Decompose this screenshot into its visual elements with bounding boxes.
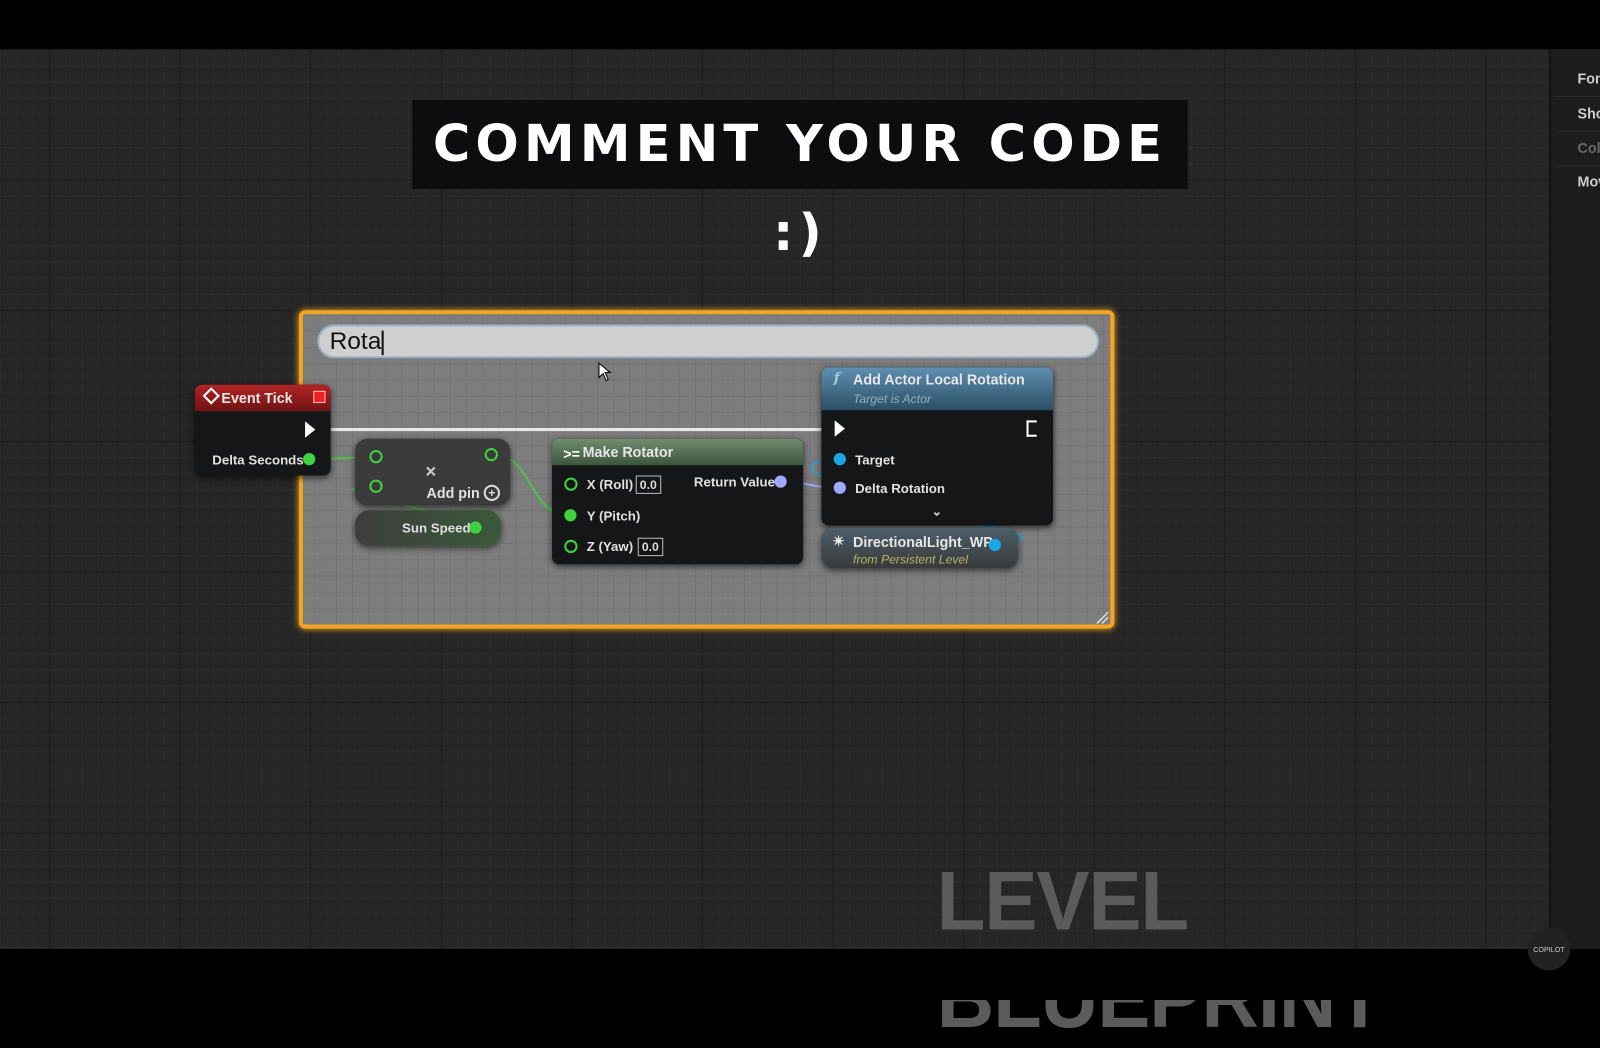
make-rotator-header: >= Make Rotator — [552, 438, 804, 466]
return-value-label: Return Value — [693, 474, 775, 490]
copilot-logo: COPILOT — [1527, 927, 1571, 971]
struct-make-icon: >= — [563, 445, 580, 463]
delegate-pin-icon[interactable] — [313, 390, 326, 404]
add-pin-button[interactable]: Add pin — [427, 485, 480, 501]
function-title: Add Actor Local Rotation — [853, 371, 1025, 388]
delta-seconds-label: Delta Seconds — [212, 452, 304, 468]
delta-rotation-pin[interactable] — [833, 481, 846, 494]
multiply-node[interactable]: × Add pin + — [355, 438, 511, 506]
exec-in-pin[interactable] — [834, 420, 845, 437]
x-roll-input[interactable]: 0.0 — [635, 475, 661, 494]
directional-light-title: DirectionalLight_WP — [853, 533, 993, 550]
function-subtitle: Target is Actor — [853, 391, 932, 407]
event-tick-header: Event Tick — [194, 384, 331, 412]
directional-light-pin[interactable] — [988, 538, 1002, 552]
multiply-input-b-pin[interactable] — [369, 479, 383, 493]
light-icon: ✴ — [832, 532, 845, 549]
multiply-output-pin[interactable] — [484, 447, 498, 462]
multiply-operator: × — [425, 461, 437, 482]
target-label: Target — [855, 452, 895, 468]
target-pin[interactable] — [833, 453, 846, 466]
make-rotator-node[interactable]: >= Make Rotator X (Roll) 0.0 Return Valu… — [552, 438, 804, 565]
event-tick-title: Event Tick — [221, 389, 293, 407]
bottom-letterbox — [0, 948, 1600, 1000]
add-actor-local-rotation-node[interactable]: f Add Actor Local Rotation Target is Act… — [821, 367, 1054, 526]
mouse-cursor-icon — [598, 362, 612, 382]
x-roll-label: X (Roll) — [586, 476, 634, 492]
y-pitch-label: Y (Pitch) — [586, 508, 641, 524]
exec-out-pin[interactable] — [1026, 420, 1037, 437]
x-roll-pin[interactable] — [564, 477, 578, 491]
delta-rotation-label: Delta Rotation — [855, 480, 946, 496]
return-value-pin[interactable] — [774, 475, 787, 488]
expand-chevron-icon[interactable]: ⌄ — [932, 504, 942, 518]
function-icon: f — [833, 370, 840, 387]
z-yaw-pin[interactable] — [564, 539, 578, 554]
make-rotator-title: Make Rotator — [582, 443, 674, 461]
z-yaw-label: Z (Yaw) — [586, 538, 634, 555]
directional-light-subtitle: from Persistent Level — [853, 552, 969, 567]
sun-speed-label: Sun Speed — [402, 520, 471, 536]
sun-speed-variable-node[interactable]: Sun Speed — [355, 510, 502, 546]
multiply-input-a-pin[interactable] — [369, 449, 383, 464]
y-pitch-pin[interactable] — [564, 509, 577, 522]
sun-speed-pin[interactable] — [469, 521, 482, 534]
delta-seconds-pin[interactable] — [303, 453, 316, 466]
event-tick-node[interactable]: Event Tick Delta Seconds — [194, 384, 331, 476]
exec-out-pin[interactable] — [305, 421, 316, 438]
add-actor-local-rotation-header: f Add Actor Local Rotation Target is Act… — [821, 367, 1054, 411]
add-pin-plus-icon[interactable]: + — [483, 484, 500, 502]
event-diamond-icon — [202, 387, 220, 405]
directional-light-reference-node[interactable]: ✴ DirectionalLight_WP from Persistent Le… — [821, 527, 1019, 569]
z-yaw-input[interactable]: 0.0 — [637, 537, 663, 557]
